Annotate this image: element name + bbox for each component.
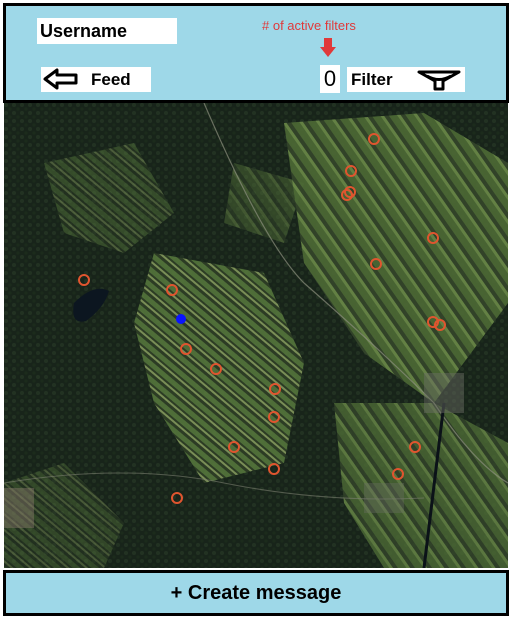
map-marker[interactable] bbox=[268, 463, 280, 475]
username-label: Username bbox=[37, 18, 177, 44]
satellite-imagery bbox=[4, 103, 508, 568]
map-marker[interactable] bbox=[268, 411, 280, 423]
map-marker[interactable] bbox=[180, 343, 192, 355]
feed-label: Feed bbox=[91, 70, 131, 89]
user-location-dot bbox=[176, 314, 186, 324]
satellite-map[interactable] bbox=[4, 103, 508, 568]
filter-button[interactable]: Filter bbox=[347, 67, 465, 92]
map-marker[interactable] bbox=[78, 274, 90, 286]
down-arrow-icon bbox=[320, 38, 336, 57]
map-marker[interactable] bbox=[269, 383, 281, 395]
map-marker[interactable] bbox=[434, 319, 446, 331]
map-marker[interactable] bbox=[166, 284, 178, 296]
map-marker[interactable] bbox=[345, 165, 357, 177]
filter-funnel-icon bbox=[417, 70, 461, 91]
filter-label: Filter bbox=[351, 70, 393, 89]
header-bar: Username # of active filters 0 Feed Filt… bbox=[3, 3, 509, 103]
map-marker[interactable] bbox=[228, 441, 240, 453]
create-message-button[interactable]: + Create message bbox=[3, 570, 509, 616]
back-arrow-icon bbox=[43, 68, 78, 90]
map-marker[interactable] bbox=[370, 258, 382, 270]
map-marker[interactable] bbox=[171, 492, 183, 504]
map-marker[interactable] bbox=[409, 441, 421, 453]
map-marker[interactable] bbox=[341, 189, 353, 201]
map-marker[interactable] bbox=[427, 232, 439, 244]
feed-back-button[interactable]: Feed bbox=[41, 67, 151, 92]
map-marker[interactable] bbox=[368, 133, 380, 145]
map-marker[interactable] bbox=[392, 468, 404, 480]
active-filters-note: # of active filters bbox=[262, 18, 356, 33]
active-filters-count: 0 bbox=[320, 65, 340, 93]
map-marker[interactable] bbox=[210, 363, 222, 375]
